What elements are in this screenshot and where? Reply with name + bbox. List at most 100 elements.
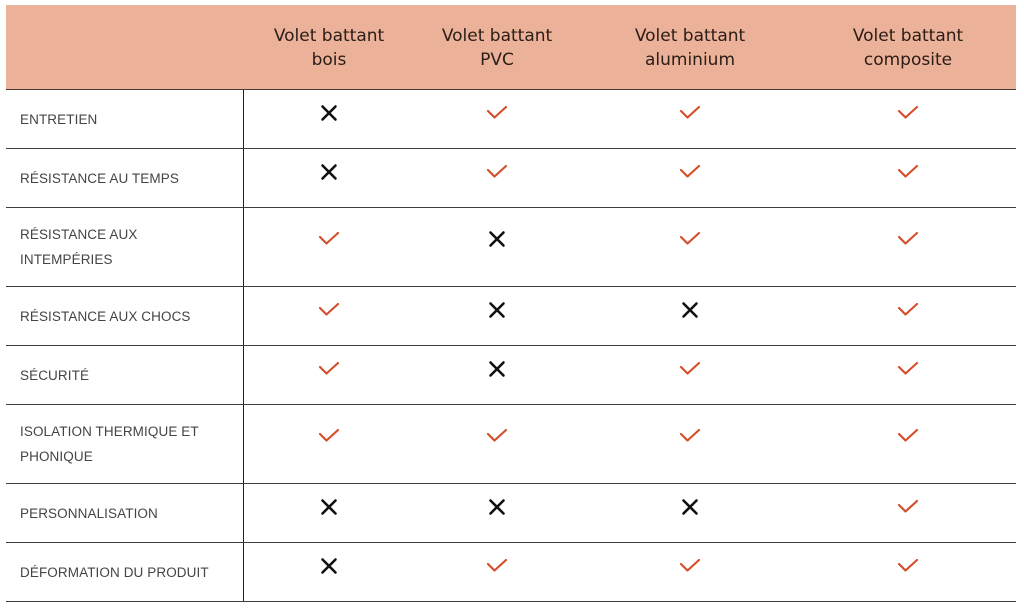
check-icon: [679, 361, 701, 375]
check-icon: [486, 105, 508, 119]
check-icon: [486, 164, 508, 178]
cross-icon: [489, 361, 505, 377]
check-icon: [318, 428, 340, 442]
table-cell: [244, 484, 414, 542]
table-cell: [414, 543, 580, 601]
check-icon: [318, 302, 340, 316]
table-cell: [580, 543, 800, 601]
table-row: PERSONNALISATION: [6, 484, 1016, 543]
table-cell: [414, 346, 580, 404]
header-bois: Volet battant bois: [244, 5, 414, 89]
table-cell: [800, 405, 1016, 483]
table-row: SÉCURITÉ: [6, 346, 1016, 405]
row-label-text: SÉCURITÉ: [20, 367, 90, 383]
header-aluminium: Volet battant aluminium: [580, 5, 800, 89]
check-icon: [897, 499, 919, 513]
table-cell: [580, 346, 800, 404]
check-icon: [897, 558, 919, 572]
cross-icon: [489, 231, 505, 247]
cross-icon: [489, 499, 505, 515]
header-line2: composite: [863, 50, 953, 70]
table-cell: [580, 484, 800, 542]
check-icon: [679, 105, 701, 119]
header-composite: Volet battant composite: [800, 5, 1016, 89]
row-label: DÉFORMATION DU PRODUIT: [6, 543, 244, 601]
check-icon: [897, 164, 919, 178]
table-cell: [800, 208, 1016, 286]
table-cell: [800, 484, 1016, 542]
table-cell: [414, 405, 580, 483]
header-line2: bois: [311, 50, 347, 70]
table-cell: [800, 346, 1016, 404]
header-empty-cell: [6, 5, 244, 89]
check-icon: [679, 558, 701, 572]
check-icon: [897, 105, 919, 119]
header-line1: Volet battant: [634, 26, 746, 46]
check-icon: [679, 428, 701, 442]
table-cell: [244, 543, 414, 601]
check-icon: [897, 231, 919, 245]
table-cell: [244, 149, 414, 207]
row-label-text: ISOLATION THERMIQUE ET PHONIQUE: [20, 424, 199, 464]
table-row: RÉSISTANCE AUX CHOCS: [6, 287, 1016, 346]
check-icon: [897, 428, 919, 442]
header-line2: PVC: [480, 50, 514, 70]
header-line1: Volet battant: [273, 26, 385, 46]
table-cell: [244, 287, 414, 345]
table-row: ISOLATION THERMIQUE ET PHONIQUE: [6, 405, 1016, 484]
cross-icon: [489, 302, 505, 318]
cross-icon: [321, 558, 337, 574]
table-cell: [800, 149, 1016, 207]
row-label: SÉCURITÉ: [6, 346, 244, 404]
row-label: ENTRETIEN: [6, 90, 244, 148]
table-row: DÉFORMATION DU PRODUIT: [6, 543, 1016, 602]
table-cell: [580, 90, 800, 148]
check-icon: [679, 231, 701, 245]
table-cell: [580, 287, 800, 345]
row-label: RÉSISTANCE AUX INTEMPÉRIES: [6, 208, 244, 286]
table-cell: [580, 149, 800, 207]
row-label: RÉSISTANCE AUX CHOCS: [6, 287, 244, 345]
check-icon: [318, 361, 340, 375]
table-cell: [800, 90, 1016, 148]
table-cell: [244, 346, 414, 404]
row-label: PERSONNALISATION: [6, 484, 244, 542]
table-cell: [244, 208, 414, 286]
header-line2: aluminium: [644, 50, 735, 70]
check-icon: [486, 428, 508, 442]
table-cell: [414, 90, 580, 148]
table-cell: [414, 208, 580, 286]
row-label-text: RÉSISTANCE AU TEMPS: [20, 170, 179, 186]
row-label-text: PERSONNALISATION: [20, 505, 158, 521]
check-icon: [486, 558, 508, 572]
table-row: ENTRETIEN: [6, 90, 1016, 149]
row-label: RÉSISTANCE AU TEMPS: [6, 149, 244, 207]
header-line1: Volet battant: [441, 26, 553, 46]
header-line1: Volet battant: [852, 26, 964, 46]
row-label-text: ENTRETIEN: [20, 111, 98, 127]
table-cell: [414, 149, 580, 207]
table-row: RÉSISTANCE AU TEMPS: [6, 149, 1016, 208]
table-cell: [414, 484, 580, 542]
row-label: ISOLATION THERMIQUE ET PHONIQUE: [6, 405, 244, 483]
row-label-text: RÉSISTANCE AUX INTEMPÉRIES: [20, 227, 138, 267]
cross-icon: [321, 499, 337, 515]
cross-icon: [682, 499, 698, 515]
check-icon: [897, 302, 919, 316]
row-label-text: RÉSISTANCE AUX CHOCS: [20, 308, 191, 324]
row-label-text: DÉFORMATION DU PRODUIT: [20, 564, 209, 580]
comparison-table: Volet battant bois Volet battant PVC Volet…: [6, 5, 1016, 602]
check-icon: [679, 164, 701, 178]
cross-icon: [321, 105, 337, 121]
table-cell: [580, 405, 800, 483]
table-row: RÉSISTANCE AUX INTEMPÉRIES: [6, 208, 1016, 287]
table-cell: [244, 405, 414, 483]
table-cell: [800, 287, 1016, 345]
table-cell: [414, 287, 580, 345]
check-icon: [897, 361, 919, 375]
table-header: Volet battant bois Volet battant PVC Volet…: [6, 5, 1016, 90]
header-pvc: Volet battant PVC: [414, 5, 580, 89]
table-cell: [800, 543, 1016, 601]
table-cell: [580, 208, 800, 286]
table-cell: [244, 90, 414, 148]
